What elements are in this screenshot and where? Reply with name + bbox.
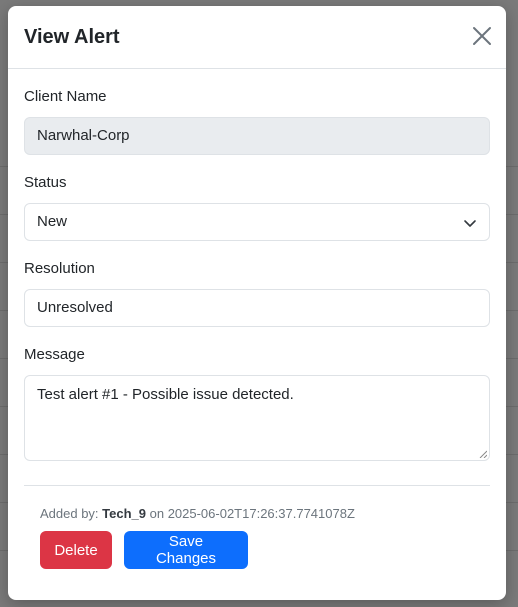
client-name-label: Client Name [24,88,107,105]
message-text: Test alert #1 - Possible issue detected. [37,386,294,403]
resize-grip-icon[interactable] [479,450,487,458]
close-button[interactable] [470,24,494,48]
chevron-down-icon [464,220,476,227]
view-alert-modal: View Alert Client Name Narwhal-Corp Stat… [8,6,506,600]
modal-header: View Alert [8,6,506,69]
added-timestamp: 2025-06-02T17:26:37.7741078Z [167,506,355,521]
resolution-field[interactable]: Unresolved [24,289,490,327]
added-by-info: Added by: Tech_9 on 2025-06-02T17:26:37.… [40,506,355,521]
status-select[interactable]: New [24,203,490,241]
status-label: Status [24,174,67,191]
close-icon [473,27,491,45]
footer-divider [24,485,490,486]
delete-button[interactable]: Delete [40,531,112,569]
modal-title: View Alert [24,26,120,48]
added-on-text: on [146,506,168,521]
message-textarea[interactable]: Test alert #1 - Possible issue detected. [24,375,490,461]
added-by-prefix: Added by: [40,506,103,521]
client-name-field: Narwhal-Corp [24,117,490,155]
added-by-user: Tech_9 [102,506,146,521]
status-select-value: New [37,213,68,230]
save-changes-button[interactable]: Save Changes [124,531,248,569]
resolution-label: Resolution [24,260,95,277]
message-label: Message [24,346,85,363]
